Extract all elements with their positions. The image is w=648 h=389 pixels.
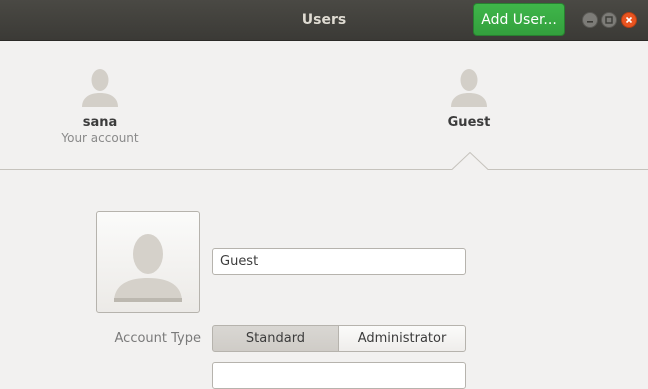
user-name: Guest xyxy=(447,115,491,130)
header-bar: Users Add User... xyxy=(0,0,648,41)
user-subtitle: Your account xyxy=(61,131,139,145)
account-type-standard-button[interactable]: Standard xyxy=(212,325,339,352)
user-strip-divider xyxy=(0,169,648,170)
user-name: sana xyxy=(82,115,118,130)
avatar-button[interactable] xyxy=(96,211,200,313)
maximize-icon xyxy=(605,16,613,24)
user-card-sana[interactable]: sana Your account xyxy=(30,65,170,145)
user-card-guest[interactable]: Guest xyxy=(399,65,539,130)
language-field[interactable] xyxy=(212,362,466,389)
person-silhouette-icon xyxy=(451,69,487,107)
user-list: sana Your account Guest xyxy=(0,41,648,170)
close-button[interactable] xyxy=(621,12,637,28)
close-icon xyxy=(625,16,633,24)
maximize-button[interactable] xyxy=(601,12,617,28)
account-type-administrator-button[interactable]: Administrator xyxy=(338,325,466,352)
add-user-button[interactable]: Add User... xyxy=(473,3,565,36)
minimize-button[interactable] xyxy=(582,12,598,28)
account-type-label: Account Type xyxy=(114,331,201,346)
selection-arrow xyxy=(452,152,488,170)
person-silhouette-icon xyxy=(114,234,182,302)
minimize-icon xyxy=(587,21,593,23)
user-name-field[interactable] xyxy=(212,248,466,275)
person-silhouette-icon xyxy=(82,69,118,107)
